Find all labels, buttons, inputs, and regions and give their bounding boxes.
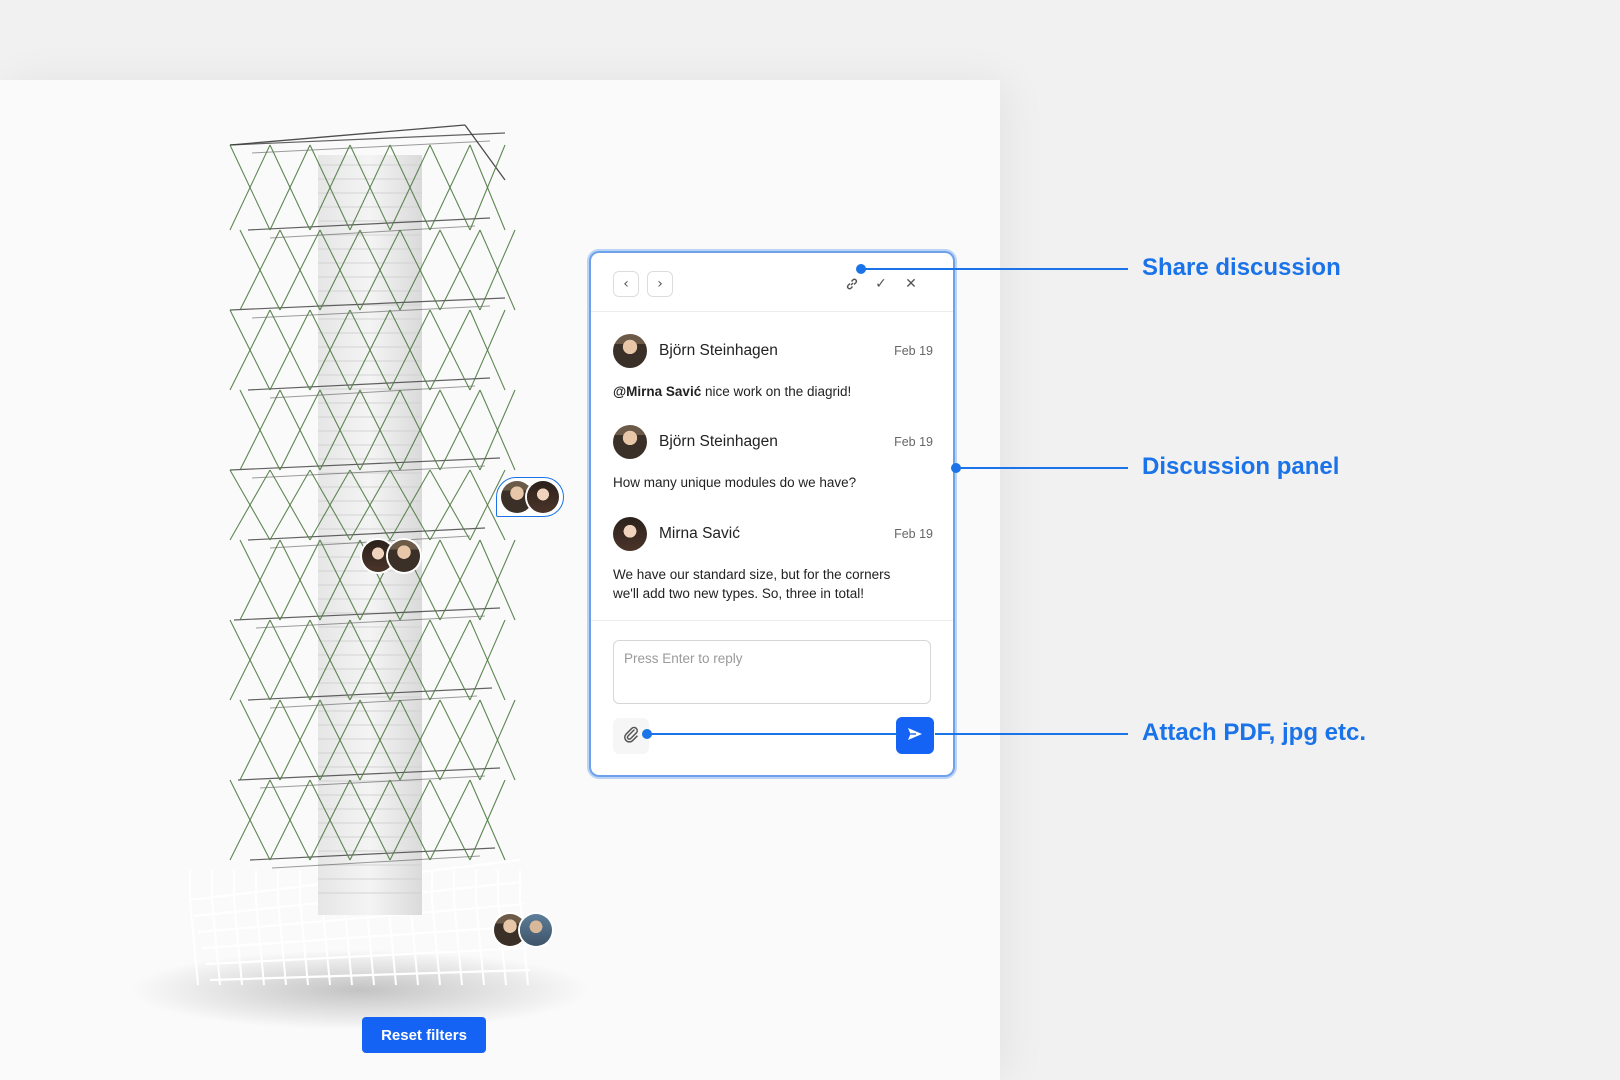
avatar (520, 914, 552, 946)
check-icon: ✓ (875, 276, 887, 292)
send-button[interactable] (896, 717, 934, 754)
close-icon: ✕ (905, 276, 917, 292)
avatar (613, 517, 647, 551)
discussion-pin[interactable] (362, 540, 420, 572)
divider (591, 620, 953, 621)
message-author: Mirna Savić (659, 525, 740, 542)
avatar (527, 481, 559, 513)
close-button[interactable]: ✕ (900, 273, 922, 295)
message-date: Feb 19 (894, 344, 933, 358)
avatar (613, 425, 647, 459)
callout-line (956, 467, 1128, 469)
chevron-left-icon: ‹ (623, 276, 629, 292)
discussion-panel: ‹ › ✓ ✕ Björn Steinhagen Feb 19 @Mirna S… (591, 253, 953, 775)
avatar (613, 334, 647, 368)
discussion-pin-selected[interactable] (496, 477, 564, 517)
message-body: How many unique modules do we have? (613, 473, 933, 492)
chevron-right-icon: › (657, 276, 663, 292)
mention[interactable]: @Mirna Savić (613, 384, 701, 399)
link-icon (846, 278, 858, 290)
share-discussion-annotation: Share discussion (1142, 254, 1341, 281)
message-body: We have our standard size, but for the c… (613, 565, 918, 603)
message-text: We have our standard size, but for the c… (613, 567, 891, 601)
reset-filters-button[interactable]: Reset filters (362, 1017, 486, 1053)
discussion-panel-annotation: Discussion panel (1142, 453, 1340, 480)
previous-button[interactable]: ‹ (613, 271, 639, 297)
ground-shadow (130, 950, 590, 1030)
callout-line (647, 733, 897, 735)
message-author: Björn Steinhagen (659, 342, 778, 359)
panel-header: ‹ › ✓ ✕ (591, 253, 953, 312)
discussion-pin[interactable] (494, 914, 552, 946)
message-date: Feb 19 (894, 527, 933, 541)
avatar (388, 540, 420, 572)
reply-input[interactable] (613, 640, 931, 704)
callout-line (935, 733, 1128, 735)
message: Mirna Savić Feb 19 We have our standard … (613, 517, 933, 603)
callout-line (861, 268, 1128, 270)
paperclip-icon (624, 726, 638, 743)
message: Björn Steinhagen Feb 19 How many unique … (613, 425, 933, 492)
message-text: nice work on the diagrid! (701, 384, 852, 399)
send-icon (908, 728, 922, 740)
message-text: How many unique modules do we have? (613, 475, 857, 490)
message-body: @Mirna Savić nice work on the diagrid! (613, 382, 933, 401)
share-link-button[interactable] (841, 273, 863, 295)
resolve-button[interactable]: ✓ (870, 273, 892, 295)
next-button[interactable]: › (647, 271, 673, 297)
message: Björn Steinhagen Feb 19 @Mirna Savić nic… (613, 334, 933, 401)
attach-annotation: Attach PDF, jpg etc. (1142, 719, 1367, 746)
building-core (318, 155, 422, 915)
message-date: Feb 19 (894, 435, 933, 449)
message-author: Björn Steinhagen (659, 433, 778, 450)
